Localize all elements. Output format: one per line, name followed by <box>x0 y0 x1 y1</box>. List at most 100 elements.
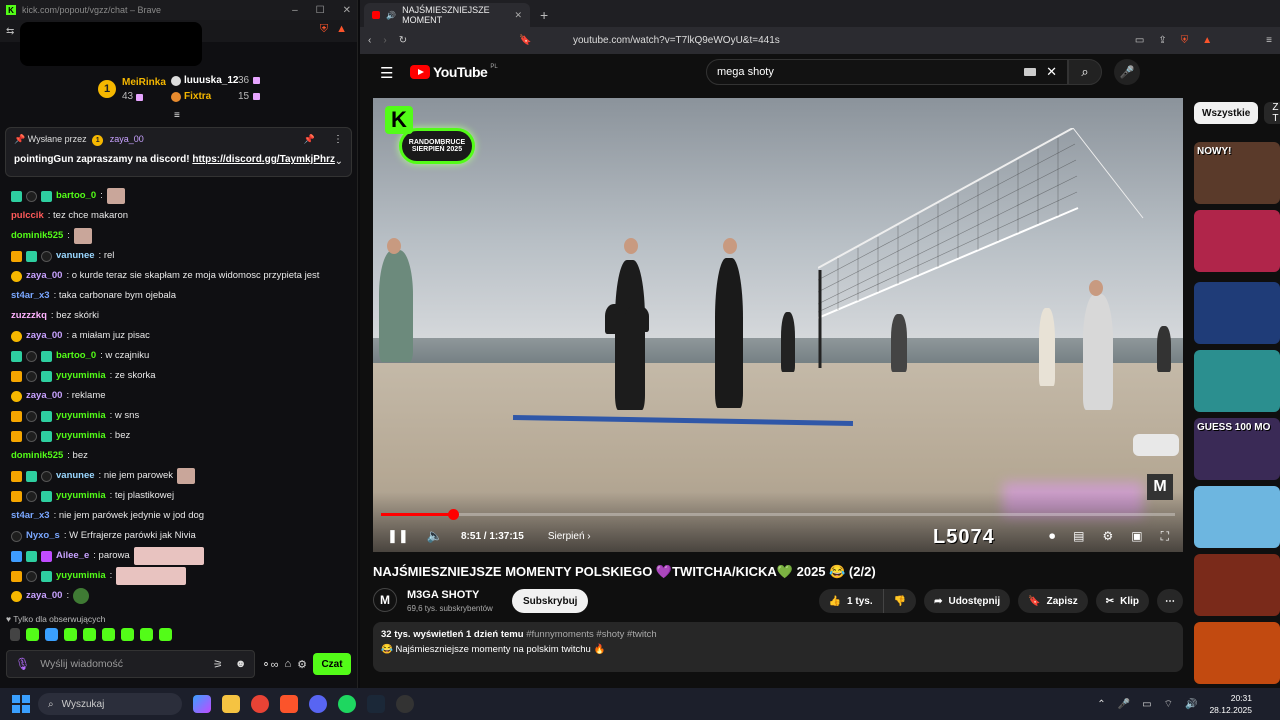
menu-icon[interactable]: ≡ <box>1266 35 1272 46</box>
send-chat-button[interactable]: Czat <box>313 653 351 675</box>
video-player[interactable]: RANDOMBRUCE SIERPIEŃ 2025 K M L5074 ❚❚ 🔈… <box>373 98 1183 552</box>
chat-username[interactable]: pulccik <box>11 206 44 226</box>
chrome-icon[interactable] <box>251 695 269 713</box>
emote-item[interactable] <box>140 628 153 641</box>
chip-from-channel[interactable]: Z T <box>1264 102 1280 124</box>
chat-username[interactable]: zaya_00 <box>26 326 62 346</box>
emoji-icon[interactable]: ☻ <box>235 658 247 671</box>
brave-shield-icon[interactable]: ⛨ <box>320 23 328 36</box>
settings-gear-icon[interactable]: ⚙ <box>1102 529 1113 544</box>
emote-item[interactable] <box>64 628 77 641</box>
speaker-icon[interactable]: 🔊 <box>1185 699 1197 710</box>
hashtags[interactable]: #funnymoments #shoty #twitch <box>526 629 656 640</box>
channel-name[interactable]: M3GA SHOTY <box>407 589 479 601</box>
clear-search-icon[interactable]: ✕ <box>1046 64 1057 80</box>
clip-button[interactable]: ✂ Klip <box>1095 589 1149 613</box>
emote-item[interactable] <box>83 628 96 641</box>
more-actions-button[interactable]: ⋯ <box>1157 589 1183 613</box>
store-icon[interactable]: ⌂ <box>284 658 291 670</box>
hamburger-menu-icon[interactable]: ☰ <box>380 64 393 82</box>
chat-username[interactable]: vanunee <box>56 246 95 266</box>
brave-shield-icon[interactable]: ⛨ <box>1181 35 1189 46</box>
chat-username[interactable]: dominik525 <box>11 226 63 246</box>
chevron-down-icon[interactable]: ⌄ <box>335 156 343 167</box>
chat-username[interactable]: zaya_00 <box>26 266 62 286</box>
mic-icon[interactable]: 🎤 <box>1118 699 1130 710</box>
brave-icon[interactable] <box>280 695 298 713</box>
like-button[interactable]: 👍 1 tys. <box>818 589 884 613</box>
share-button[interactable]: ➦ Udostępnij <box>924 589 1011 613</box>
chat-input[interactable]: 🎙 Wyślij wiadomość ⚞ ☻ <box>6 650 256 678</box>
spotify-icon[interactable] <box>338 695 356 713</box>
maximize-icon[interactable]: ☐ <box>316 5 325 16</box>
points-icon[interactable]: ⚬∞ <box>261 658 278 671</box>
pinned-message[interactable]: 📌 Wysłane przez 1 zaya_00 pointingGun za… <box>5 127 352 177</box>
chat-username[interactable]: bartoo_0 <box>56 346 96 366</box>
subscribe-button[interactable]: Subskrybuj <box>512 589 589 613</box>
chat-username[interactable]: zuzzzkq <box>11 306 47 326</box>
pause-icon[interactable]: ❚❚ <box>387 528 409 544</box>
chat-username[interactable]: st4ar_x3 <box>11 506 50 526</box>
channel-avatar[interactable]: M <box>373 588 397 612</box>
obs-icon[interactable] <box>396 695 414 713</box>
chat-username[interactable]: vanunee <box>56 466 95 486</box>
chip-all[interactable]: Wszystkie <box>1194 102 1259 124</box>
new-tab-icon[interactable]: + <box>540 7 548 23</box>
cast-icon[interactable]: ▭ <box>1135 35 1144 46</box>
chat-username[interactable]: zaya_00 <box>26 386 62 406</box>
keyboard-icon[interactable] <box>1024 68 1037 76</box>
unpin-icon[interactable]: 📌 <box>304 134 315 145</box>
extensions-icon[interactable]: ⇆ <box>6 26 14 37</box>
close-icon[interactable]: ✕ <box>343 5 351 16</box>
related-video-thumbnail[interactable] <box>1194 350 1280 412</box>
translate-icon[interactable]: ⚞ <box>213 658 223 671</box>
file-explorer-icon[interactable] <box>222 695 240 713</box>
chat-username[interactable]: yuyumimia <box>56 486 106 506</box>
steam-icon[interactable] <box>367 695 385 713</box>
autoplay-toggle-icon[interactable]: ⏺ <box>1049 529 1055 544</box>
pinned-user[interactable]: zaya_00 <box>110 134 144 144</box>
brave-rewards-icon[interactable]: ▲ <box>336 23 347 36</box>
chat-username[interactable]: yuyumimia <box>56 406 106 426</box>
search-button[interactable]: ⌕ <box>1068 59 1102 85</box>
share-icon[interactable]: ⇪ <box>1158 35 1166 46</box>
related-video-thumbnail[interactable] <box>1194 622 1280 684</box>
wifi-icon[interactable]: ⌔ <box>1164 698 1173 711</box>
chat-username[interactable]: Ailee_e <box>56 546 89 566</box>
taskbar-search[interactable]: ⌕ Wyszukaj <box>38 693 182 715</box>
url-field[interactable]: youtube.com/watch?v=T7lkQ9eWOyU&t=441s <box>573 35 780 46</box>
related-video-thumbnail[interactable] <box>1194 282 1280 344</box>
expand-gifters-icon[interactable]: ≡ <box>174 110 180 121</box>
voice-search-button[interactable]: 🎤 <box>1114 59 1140 85</box>
description-box[interactable]: 32 tys. wyświetleń 1 dzień temu #funnymo… <box>373 622 1183 672</box>
emote-item[interactable] <box>102 628 115 641</box>
chevron-up-icon[interactable]: ⌃ <box>1097 699 1105 710</box>
reload-icon[interactable]: ↻ <box>399 35 407 46</box>
save-button[interactable]: 🔖 Zapisz <box>1018 589 1088 613</box>
emote-item[interactable] <box>45 628 58 641</box>
youtube-logo[interactable]: YouTube PL <box>410 64 498 80</box>
mic-icon[interactable]: 🎙 <box>15 657 30 671</box>
related-video-thumbnail[interactable] <box>1194 554 1280 616</box>
more-icon[interactable]: ⋮ <box>333 134 343 145</box>
fullscreen-icon[interactable]: ⛶ <box>1161 529 1169 544</box>
dislike-button[interactable]: 👎 <box>883 589 917 613</box>
windows-start-icon[interactable] <box>12 695 30 713</box>
miniplayer-icon[interactable]: ▣ <box>1131 529 1142 544</box>
chat-username[interactable]: dominik525 <box>11 446 63 466</box>
emote-item[interactable] <box>26 628 39 641</box>
minimize-icon[interactable]: – <box>292 5 298 16</box>
chat-username[interactable]: yuyumimia <box>56 566 106 586</box>
close-tab-icon[interactable]: ✕ <box>514 10 522 21</box>
chat-username[interactable]: st4ar_x3 <box>11 286 50 306</box>
emote-item[interactable] <box>121 628 134 641</box>
related-video-thumbnail[interactable] <box>1194 210 1280 272</box>
emote-item[interactable] <box>159 628 172 641</box>
chat-username[interactable]: Nyxo_s <box>26 526 60 546</box>
back-icon[interactable]: ‹ <box>368 35 371 46</box>
chat-username[interactable]: zaya_00 <box>26 586 62 606</box>
copilot-icon[interactable] <box>193 695 211 713</box>
clock[interactable]: 20:31 28.12.2025 <box>1209 692 1252 716</box>
chat-username[interactable]: yuyumimia <box>56 426 106 446</box>
chapter-button[interactable]: Sierpień › <box>548 531 591 542</box>
